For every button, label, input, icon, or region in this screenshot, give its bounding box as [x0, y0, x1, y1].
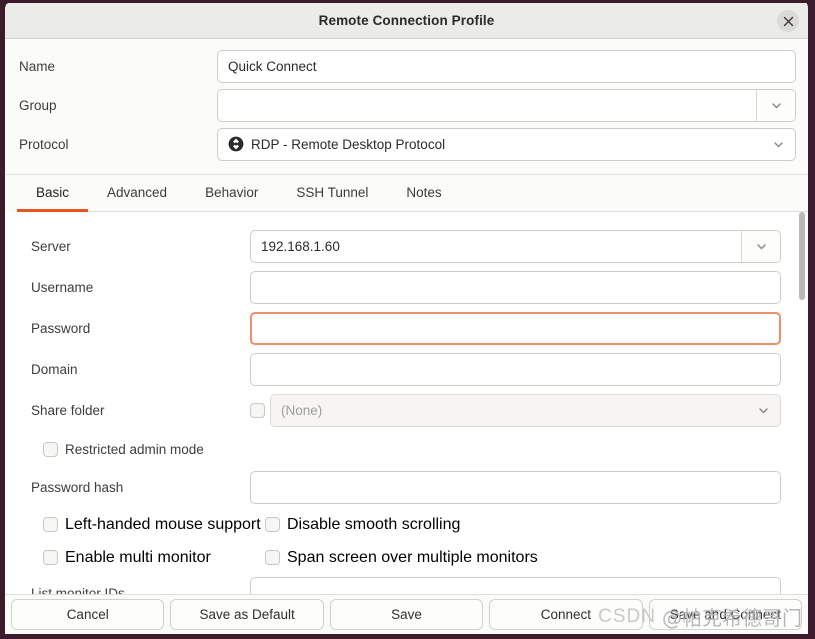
- enable-multi-monitor-option[interactable]: Enable multi monitor: [43, 549, 265, 567]
- tab-bar: Basic Advanced Behavior SSH Tunnel Notes: [17, 175, 808, 212]
- tab-basic[interactable]: Basic: [17, 176, 89, 212]
- restricted-admin-mode-label: Restricted admin mode: [65, 441, 204, 457]
- tab-advanced[interactable]: Advanced: [88, 176, 186, 212]
- share-folder-value: (None): [281, 403, 323, 418]
- left-handed-mouse-label: Left-handed mouse support: [65, 515, 261, 533]
- profile-header-form: Name Group Protocol: [5, 39, 808, 174]
- left-handed-mouse-option[interactable]: Left-handed mouse support: [43, 516, 265, 534]
- username-field-wrap: [250, 271, 796, 304]
- list-monitor-ids-field-wrap: [250, 576, 796, 594]
- tab-ssh-tunnel-label: SSH Tunnel: [296, 185, 369, 200]
- password-hash-row: Password hash: [17, 467, 796, 508]
- span-screen-checkbox[interactable]: [265, 550, 280, 565]
- left-handed-mouse-checkbox[interactable]: [43, 517, 58, 532]
- disable-smooth-scrolling-option[interactable]: Disable smooth scrolling: [265, 516, 460, 534]
- server-field-wrap: 192.168.1.60: [250, 230, 796, 263]
- close-icon: [783, 16, 794, 27]
- disable-smooth-scrolling-label: Disable smooth scrolling: [287, 515, 461, 533]
- titlebar: Remote Connection Profile: [5, 3, 808, 39]
- list-monitor-ids-input[interactable]: [250, 576, 781, 594]
- restricted-admin-mode-row[interactable]: Restricted admin mode: [17, 431, 796, 467]
- share-folder-label: Share folder: [31, 403, 105, 418]
- mouse-scroll-options-row: Left-handed mouse support Disable smooth…: [17, 508, 796, 541]
- list-monitor-ids-row: List monitor IDs: [17, 574, 796, 594]
- span-screen-option[interactable]: Span screen over multiple monitors: [265, 549, 538, 567]
- chevron-down-icon: [757, 404, 770, 417]
- tab-basic-label: Basic: [36, 185, 70, 200]
- username-label: Username: [31, 280, 94, 295]
- server-value: 192.168.1.60: [261, 239, 340, 254]
- group-label: Group: [19, 97, 57, 113]
- chevron-down-icon: [755, 240, 768, 253]
- tab-advanced-label: Advanced: [107, 185, 168, 200]
- group-row: Group: [17, 86, 796, 124]
- content-scrollbar[interactable]: [798, 212, 806, 594]
- password-hash-field-wrap: [250, 471, 796, 504]
- cancel-button[interactable]: Cancel: [11, 599, 165, 630]
- tab-ssh-tunnel[interactable]: SSH Tunnel: [277, 176, 387, 212]
- enable-multi-monitor-label: Enable multi monitor: [65, 548, 211, 566]
- share-folder-combobox: (None): [270, 394, 781, 427]
- password-input[interactable]: [250, 312, 781, 345]
- username-row: Username: [17, 267, 796, 308]
- password-hash-input[interactable]: [250, 471, 781, 504]
- save-and-connect-button[interactable]: Save and Connect: [648, 599, 803, 630]
- password-hash-label: Password hash: [31, 480, 124, 495]
- monitor-options-row: Enable multi monitor Span screen over mu…: [17, 541, 796, 574]
- server-label: Server: [31, 239, 71, 254]
- share-folder-checkbox[interactable]: [250, 403, 265, 418]
- name-label: Name: [19, 58, 56, 74]
- window-title: Remote Connection Profile: [318, 13, 495, 28]
- restricted-admin-mode-checkbox[interactable]: [43, 441, 58, 457]
- domain-row: Domain: [17, 349, 796, 390]
- chevron-down-icon: [770, 99, 783, 112]
- username-input[interactable]: [250, 271, 781, 304]
- dialog-button-bar: Cancel Save as Default Save Connect Save…: [5, 594, 808, 634]
- group-field-wrap: [217, 88, 796, 122]
- group-combobox[interactable]: [217, 88, 796, 122]
- tab-bar-wrap: Basic Advanced Behavior SSH Tunnel Notes: [5, 174, 808, 212]
- protocol-field-wrap: RDP - Remote Desktop Protocol: [217, 127, 796, 161]
- group-dropdown-button[interactable]: [756, 89, 795, 121]
- chevron-down-icon[interactable]: [772, 138, 785, 151]
- domain-input[interactable]: [250, 353, 781, 386]
- share-folder-field-wrap: (None): [250, 394, 796, 427]
- basic-tab-panel: Server 192.168.1.60 Username Password Do…: [5, 212, 808, 594]
- tab-behavior-label: Behavior: [205, 185, 259, 200]
- disable-smooth-scrolling-checkbox[interactable]: [265, 517, 280, 532]
- protocol-row: Protocol RDP - Remote Desktop Protocol: [17, 125, 796, 163]
- name-row: Name: [17, 47, 796, 85]
- name-input[interactable]: [217, 49, 796, 83]
- protocol-combobox[interactable]: RDP - Remote Desktop Protocol: [217, 127, 796, 161]
- server-row: Server 192.168.1.60: [17, 226, 796, 267]
- password-row: Password: [17, 308, 796, 349]
- domain-label: Domain: [31, 362, 78, 377]
- save-button[interactable]: Save: [329, 599, 484, 630]
- protocol-value: RDP - Remote Desktop Protocol: [251, 136, 446, 152]
- server-combobox[interactable]: 192.168.1.60: [250, 230, 781, 263]
- share-folder-row: Share folder (None): [17, 390, 796, 431]
- save-as-default-button[interactable]: Save as Default: [170, 599, 324, 630]
- tab-notes[interactable]: Notes: [387, 176, 460, 212]
- password-label: Password: [31, 321, 91, 336]
- server-dropdown-button[interactable]: [741, 231, 780, 262]
- close-button[interactable]: [777, 10, 799, 32]
- tab-notes-label: Notes: [406, 185, 442, 200]
- password-field-wrap: [250, 312, 796, 345]
- group-value: [218, 90, 756, 121]
- rdp-protocol-icon: [228, 136, 244, 152]
- protocol-label: Protocol: [19, 136, 69, 152]
- list-monitor-ids-label: List monitor IDs: [31, 585, 125, 595]
- remote-connection-profile-window: Remote Connection Profile Name Group: [0, 0, 815, 639]
- name-field-wrap: [217, 49, 796, 83]
- enable-multi-monitor-checkbox[interactable]: [43, 550, 58, 565]
- connect-button[interactable]: Connect: [489, 599, 643, 630]
- scrollbar-thumb[interactable]: [799, 212, 805, 300]
- span-screen-label: Span screen over multiple monitors: [287, 548, 538, 566]
- tab-behavior[interactable]: Behavior: [186, 176, 277, 212]
- domain-field-wrap: [250, 353, 796, 386]
